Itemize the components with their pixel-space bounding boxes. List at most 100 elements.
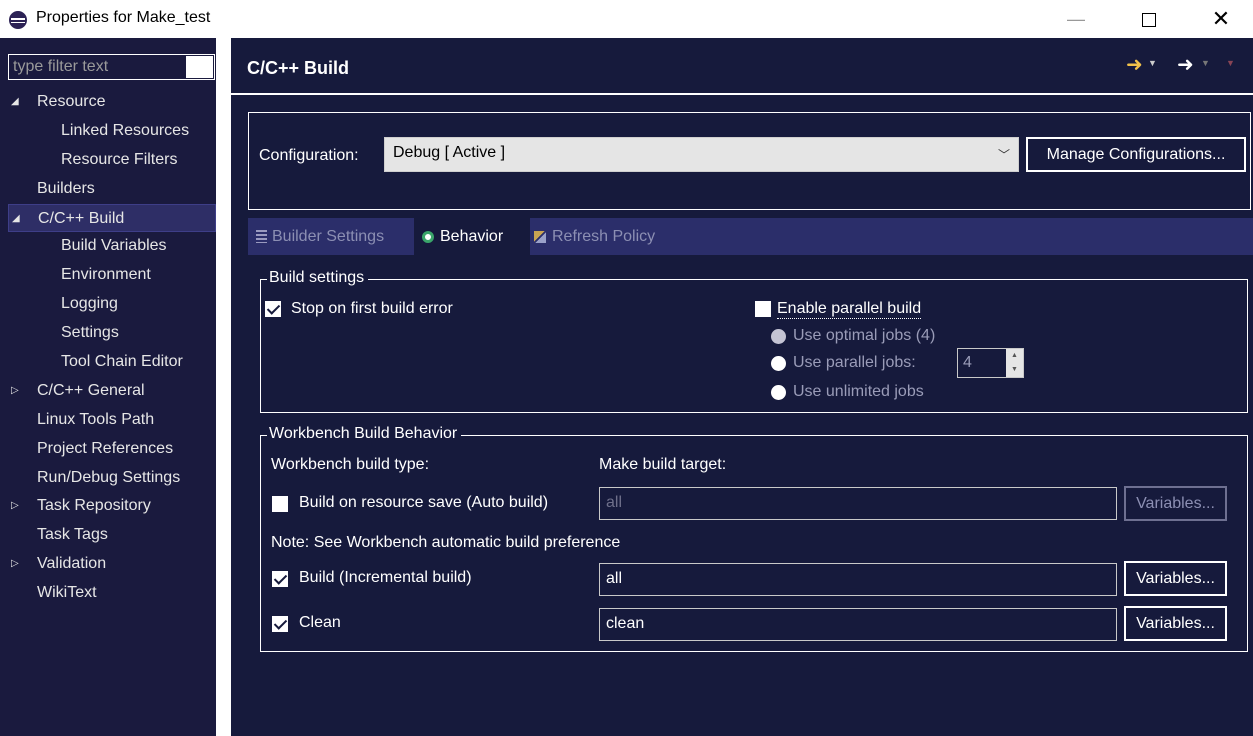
tree-item-label: WikiText	[37, 584, 97, 602]
auto-build-target-input[interactable]: all	[599, 487, 1117, 520]
tree-item[interactable]: Logging	[8, 290, 216, 319]
refresh-policy-icon	[534, 230, 546, 243]
tree-item-label: C/C++ Build	[38, 209, 125, 227]
view-menu-icon[interactable]: ▼	[1226, 58, 1235, 68]
back-arrow-icon[interactable]: ➜	[1126, 52, 1143, 77]
collapsed-twistie-icon[interactable]: ▷	[11, 550, 19, 578]
tree-item[interactable]: Build Variables	[8, 232, 216, 261]
parallel-jobs-value: 4	[963, 354, 972, 371]
collapsed-twistie-icon[interactable]: ▷	[11, 492, 19, 520]
sidebar: ◢ Resource Linked Resources Resource Filter…	[0, 38, 229, 736]
tree-item-label: Settings	[61, 324, 119, 342]
maximize-icon	[1142, 13, 1156, 28]
clean-variables-button[interactable]: Variables...	[1124, 606, 1227, 641]
tree-item-label: Run/Debug Settings	[37, 468, 181, 486]
minimize-button[interactable]: —	[1053, 4, 1099, 34]
tree-item[interactable]: Builders	[8, 175, 216, 204]
manage-configurations-button[interactable]: Manage Configurations...	[1026, 137, 1246, 172]
build-settings-legend: Build settings	[267, 269, 369, 287]
forward-dropdown-icon[interactable]: ▼	[1201, 58, 1210, 68]
configuration-select[interactable]: Debug [ Active ] ﹀	[384, 137, 1019, 172]
property-tree: ◢ Resource Linked Resources Resource Filter…	[8, 88, 216, 608]
stepper-arrows[interactable]: ▲ ▼	[1006, 349, 1023, 377]
tree-item-label: Environment	[61, 266, 151, 284]
clean-checkbox[interactable]	[272, 616, 288, 632]
clean-label: Clean	[299, 614, 341, 631]
auto-build-checkbox[interactable]	[272, 496, 288, 512]
tree-item-label: Linked Resources	[61, 121, 190, 139]
sidebar-scrollbar[interactable]	[216, 38, 229, 736]
tree-item[interactable]: ◢ Resource	[8, 88, 216, 117]
unlimited-jobs-label: Use unlimited jobs	[793, 383, 924, 400]
main-panel: C/C++ Build ➜ ▼ ➜ ▼ ▼ Configuration: Deb…	[229, 38, 1253, 736]
tree-item[interactable]: Task Tags	[8, 521, 216, 550]
page-title: C/C++ Build	[247, 58, 350, 78]
eclipse-icon	[9, 11, 27, 29]
tab-bar: Builder Settings Behavior Refresh Policy	[248, 218, 1253, 256]
tab-behavior[interactable]: Behavior	[414, 218, 530, 256]
clean-target-input[interactable]: clean	[599, 608, 1117, 641]
workbench-note: Note: See Workbench automatic build pref…	[271, 534, 621, 551]
unlimited-jobs-radio[interactable]	[771, 385, 786, 400]
tree-item-label: Validation	[37, 555, 107, 573]
parallel-jobs-label: Use parallel jobs:	[793, 354, 916, 371]
auto-build-variables-button[interactable]: Variables...	[1124, 486, 1227, 521]
tree-item[interactable]: WikiText	[8, 579, 216, 608]
window-title: Properties for Make_test	[36, 9, 211, 26]
tree-item[interactable]: Tool Chain Editor	[8, 348, 216, 377]
configuration-value: Debug [ Active ]	[393, 144, 506, 161]
incremental-build-variables-button[interactable]: Variables...	[1124, 561, 1227, 596]
auto-build-label: Build on resource save (Auto build)	[299, 494, 549, 511]
tab-builder-settings[interactable]: Builder Settings	[256, 218, 384, 255]
expanded-twistie-icon[interactable]: ◢	[12, 205, 20, 233]
tree-item[interactable]: Project References	[8, 435, 216, 464]
collapsed-twistie-icon[interactable]: ▷	[11, 377, 19, 405]
tree-item-label: Builders	[37, 179, 95, 197]
maximize-button[interactable]	[1126, 4, 1172, 34]
tab-label: Refresh Policy	[552, 228, 656, 245]
tree-item[interactable]: ▷ C/C++ General	[8, 377, 216, 406]
behavior-icon	[422, 230, 434, 243]
tree-item[interactable]: ▷ Validation	[8, 550, 216, 579]
back-dropdown-icon[interactable]: ▼	[1148, 58, 1157, 68]
incremental-build-target-input[interactable]: all	[599, 563, 1117, 596]
parallel-jobs-radio[interactable]	[771, 356, 786, 371]
tree-item[interactable]: Linked Resources	[8, 117, 216, 146]
expanded-twistie-icon[interactable]: ◢	[11, 88, 19, 116]
tab-label: Builder Settings	[272, 228, 385, 245]
configuration-box: Configuration: Debug [ Active ] ﹀ Manage…	[248, 112, 1251, 210]
tree-item-label: Task Tags	[37, 526, 108, 544]
workbench-legend: Workbench Build Behavior	[267, 425, 462, 443]
tree-item[interactable]: Settings	[8, 319, 216, 348]
parallel-build-checkbox[interactable]	[755, 301, 771, 317]
filter-input[interactable]	[8, 54, 215, 80]
tree-item[interactable]: Environment	[8, 261, 216, 290]
tree-item[interactable]: ◢ C/C++ Build	[8, 203, 216, 233]
page-header: C/C++ Build ➜ ▼ ➜ ▼ ▼	[231, 38, 1253, 95]
tree-item-label: Task Repository	[37, 497, 151, 515]
stop-on-error-checkbox[interactable]	[265, 301, 281, 317]
incremental-build-checkbox[interactable]	[272, 571, 288, 587]
optimal-jobs-label: Use optimal jobs (4)	[793, 327, 936, 344]
parallel-jobs-stepper[interactable]: 4 ▲ ▼	[957, 348, 1024, 378]
configuration-label: Configuration:	[259, 147, 359, 164]
optimal-jobs-radio[interactable]	[771, 329, 786, 344]
tree-item[interactable]: ▷ Task Repository	[8, 492, 216, 521]
stepper-up-icon[interactable]: ▲	[1006, 349, 1023, 363]
tree-item[interactable]: Linux Tools Path	[8, 406, 216, 435]
forward-arrow-icon[interactable]: ➜	[1177, 52, 1194, 77]
filter-selection-highlight	[186, 56, 213, 78]
builder-settings-icon	[256, 230, 267, 244]
tree-item-label: Project References	[37, 439, 174, 457]
tree-item[interactable]: Resource Filters	[8, 146, 216, 175]
tree-item-label: Resource Filters	[61, 150, 178, 168]
chevron-down-icon: ﹀	[997, 148, 1010, 162]
tree-item-label: Linux Tools Path	[37, 410, 155, 428]
tree-item[interactable]: Run/Debug Settings	[8, 464, 216, 493]
tab-label: Behavior	[440, 228, 504, 245]
incremental-build-label: Build (Incremental build)	[299, 569, 472, 586]
close-button[interactable]: ✕	[1198, 4, 1244, 34]
tab-refresh-policy[interactable]: Refresh Policy	[534, 218, 655, 255]
stepper-down-icon[interactable]: ▼	[1006, 363, 1023, 377]
build-type-label: Workbench build type:	[271, 456, 430, 473]
